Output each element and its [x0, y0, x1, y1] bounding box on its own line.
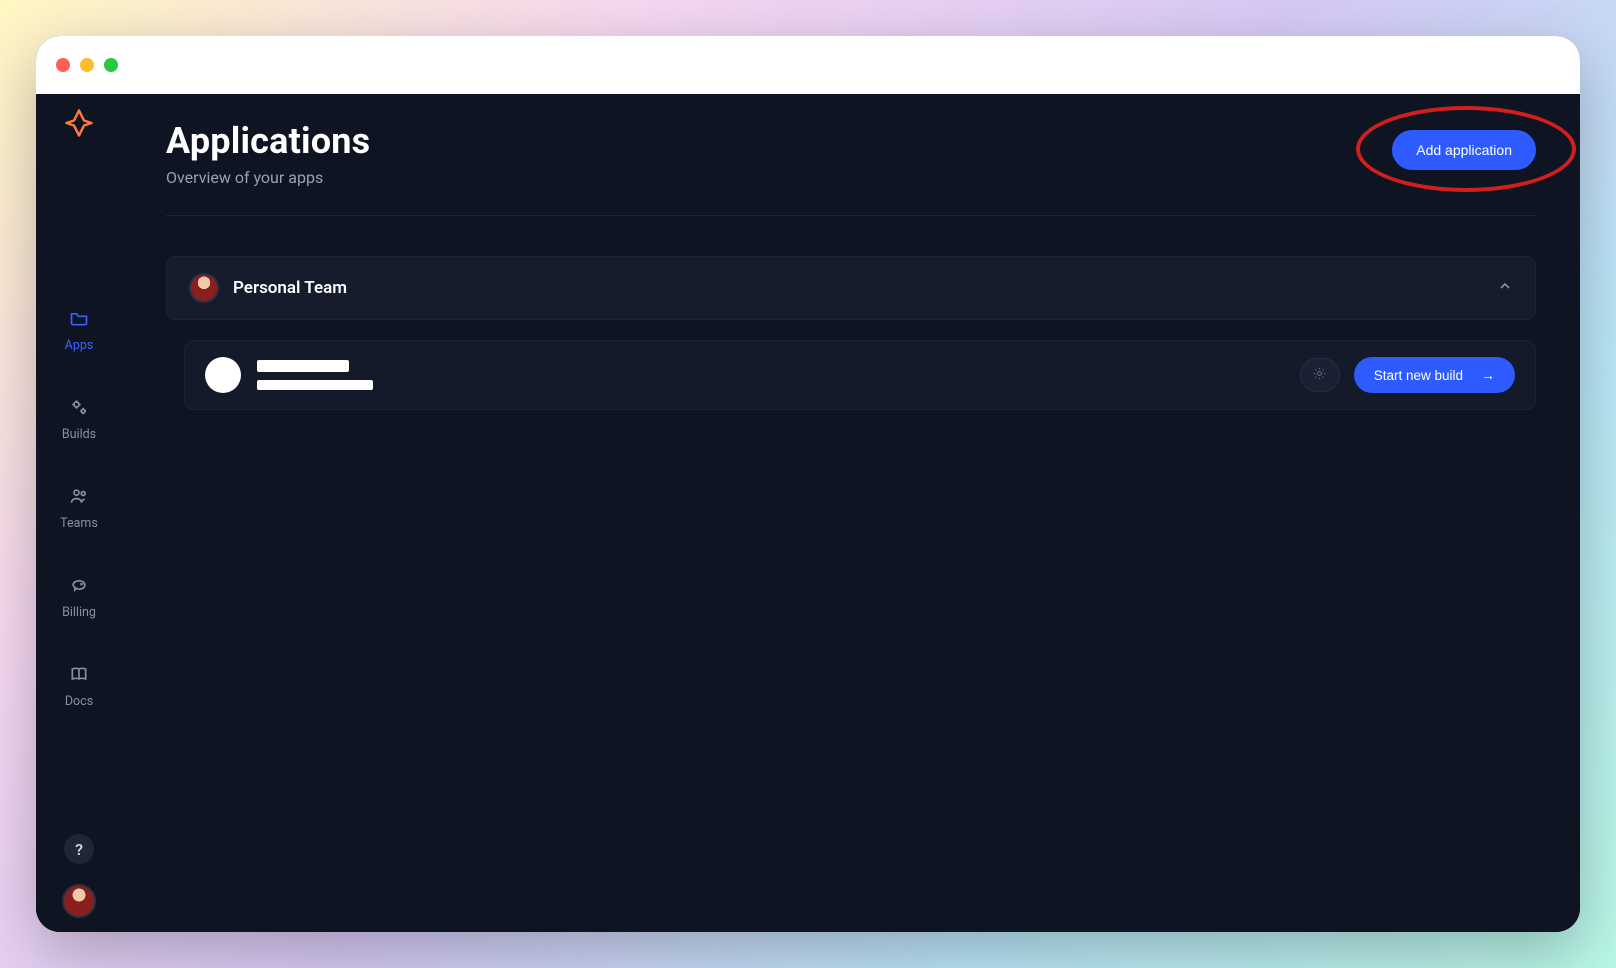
book-icon: [69, 664, 89, 688]
gears-icon: [69, 397, 89, 421]
sidebar-item-docs[interactable]: Docs: [65, 664, 93, 709]
window-zoom-button[interactable]: [104, 58, 118, 72]
page-subtitle: Overview of your apps: [166, 168, 370, 187]
sidebar-item-billing[interactable]: Billing: [62, 575, 96, 620]
application-detail-redacted: [257, 380, 373, 390]
help-button[interactable]: ?: [64, 834, 94, 864]
team-name: Personal Team: [233, 278, 347, 298]
application-actions: Start new build →: [1300, 357, 1515, 393]
sidebar-item-label: Teams: [60, 516, 98, 531]
chevron-up-icon: [1497, 278, 1513, 298]
application-name-redacted: [257, 360, 349, 372]
app-window: Apps Builds Teams Billing: [36, 36, 1580, 932]
add-application-label: Add application: [1416, 142, 1512, 158]
app-body: Apps Builds Teams Billing: [36, 94, 1580, 932]
application-row[interactable]: Start new build →: [184, 340, 1536, 410]
add-application-button[interactable]: Add application: [1392, 130, 1536, 170]
application-icon: [205, 357, 241, 393]
team-row-left: Personal Team: [189, 273, 347, 303]
sidebar-item-label: Docs: [65, 694, 93, 709]
arrow-right-icon: →: [1481, 367, 1495, 383]
help-label: ?: [75, 840, 83, 859]
user-avatar[interactable]: [62, 884, 96, 918]
application-texts: [257, 360, 373, 390]
application-row-left: [205, 357, 373, 393]
sidebar-item-label: Apps: [65, 338, 94, 353]
page-header: Applications Overview of your apps Add a…: [166, 120, 1536, 216]
window-close-button[interactable]: [56, 58, 70, 72]
application-settings-button[interactable]: [1300, 358, 1340, 392]
page-heading-block: Applications Overview of your apps: [166, 120, 370, 187]
sidebar-item-teams[interactable]: Teams: [60, 486, 98, 531]
start-new-build-label: Start new build: [1374, 368, 1463, 383]
piggy-bank-icon: [69, 575, 89, 599]
sidebar-item-builds[interactable]: Builds: [62, 397, 96, 442]
app-logo-icon: [64, 108, 94, 138]
window-minimize-button[interactable]: [80, 58, 94, 72]
page-title: Applications: [166, 120, 370, 162]
folder-icon: [69, 308, 89, 332]
users-icon: [69, 486, 89, 510]
team-row[interactable]: Personal Team: [166, 256, 1536, 320]
team-avatar: [189, 273, 219, 303]
main-content: Applications Overview of your apps Add a…: [122, 94, 1580, 932]
sidebar-item-label: Billing: [62, 605, 96, 620]
sidebar: Apps Builds Teams Billing: [36, 94, 122, 932]
sidebar-bottom: ?: [62, 834, 96, 918]
sidebar-item-apps[interactable]: Apps: [65, 308, 94, 353]
start-new-build-button[interactable]: Start new build →: [1354, 357, 1515, 393]
sidebar-item-label: Builds: [62, 427, 96, 442]
gear-icon: [1312, 366, 1327, 385]
window-titlebar: [36, 36, 1580, 94]
